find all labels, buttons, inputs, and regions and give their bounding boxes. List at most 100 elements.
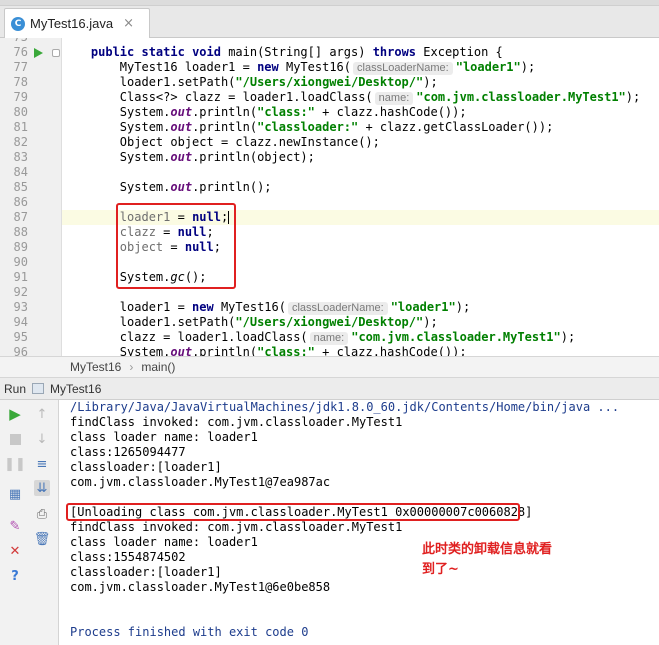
line-number: 91	[13, 270, 28, 284]
line-number: 77	[13, 60, 28, 74]
pause-icon[interactable]: ❚❚	[4, 456, 26, 472]
code-token: loader1.setPath(	[62, 315, 236, 329]
code-line: loader1.setPath("/Users/xiongwei/Desktop…	[62, 75, 659, 90]
line-number: 94	[13, 315, 28, 329]
line-number: 87	[13, 210, 28, 224]
code-token: System.	[62, 150, 171, 164]
code-token: "/Users/xiongwei/Desktop/"	[235, 315, 424, 329]
code-token: "class:"	[257, 345, 315, 356]
run-panel-header: Run MyTest16	[0, 378, 659, 400]
code-token: );	[560, 330, 576, 344]
code-token: );	[423, 315, 438, 329]
line-number: 85	[13, 180, 28, 194]
code-line: System.out.println("class:" + clazz.hash…	[62, 105, 659, 120]
code-token: "com.jvm.classloader.MyTest1"	[351, 330, 561, 344]
code-token: void	[192, 45, 229, 59]
console-output[interactable]: Process finished with exit code 0 com.jvm…	[59, 400, 659, 645]
code-token: );	[520, 60, 536, 74]
console-line: findClass invoked: com.jvm.classloader.M…	[70, 520, 403, 534]
code-token: .println(	[192, 105, 258, 119]
breadcrumb-method[interactable]: main()	[141, 360, 175, 374]
console-line: class loader name: loader1	[70, 430, 258, 444]
line-number: 93	[13, 300, 28, 314]
soft-wrap-icon[interactable]: ≡	[34, 456, 50, 472]
code-editor[interactable]: 7576777879808182838485868788899091929394…	[0, 38, 659, 356]
annotation-line-2: 到了~	[422, 562, 459, 577]
code-line: public static void main(String[] args) t…	[62, 45, 659, 60]
print-icon[interactable]: ⎙	[34, 506, 50, 522]
code-line: Class<?> clazz = loader1.loadClass(name:…	[62, 90, 659, 105]
line-number: 80	[13, 105, 28, 119]
code-token: clazz = loader1.loadClass(	[62, 330, 308, 344]
scroll-up-icon[interactable]: ↑	[34, 406, 50, 422]
code-token: Exception {	[423, 45, 503, 59]
console-line: class:1265094477	[70, 445, 186, 459]
highlight-box-unloading	[66, 503, 520, 521]
code-token: System.	[62, 120, 171, 134]
console-line: classloader:[loader1]	[70, 460, 222, 474]
layout-icon[interactable]: ▦	[7, 486, 23, 502]
code-line: Object object = clazz.newInstance();	[62, 135, 659, 150]
code-line: System.out.println();	[62, 180, 659, 195]
line-number: 79	[13, 90, 28, 104]
console-line: /Library/Java/JavaVirtualMachines/jdk1.8…	[70, 400, 620, 414]
code-token: "loader1"	[390, 300, 456, 314]
line-number: 92	[13, 285, 28, 299]
code-token: .println(	[192, 120, 258, 134]
trash-icon[interactable]: 🗑	[34, 531, 51, 547]
code-token: MyTest16(	[220, 300, 286, 314]
code-token: Object object = clazz.newInstance();	[62, 135, 380, 149]
code-token: + clazz.hashCode());	[314, 105, 467, 119]
tab-close-icon[interactable]: ×	[123, 16, 134, 31]
pin-icon[interactable]: ✎	[7, 518, 23, 534]
code-token: MyTest16 loader1 =	[62, 60, 258, 74]
code-token: "loader1"	[455, 60, 521, 74]
console-line: classloader:[loader1]	[70, 565, 222, 579]
run-panel-label: Run	[4, 381, 27, 396]
tab-label: MyTest16.java	[30, 16, 114, 31]
scroll-to-end-icon[interactable]: ⇊	[34, 480, 50, 496]
code-token: main(String[] args)	[228, 45, 373, 59]
code-token: "class:"	[257, 105, 315, 119]
stop-icon[interactable]	[7, 431, 23, 447]
line-number: 83	[13, 150, 28, 164]
fold-marker-icon[interactable]	[52, 49, 60, 57]
code-line: System.out.println(object);	[62, 150, 659, 165]
line-number: 95	[13, 330, 28, 344]
code-area[interactable]: public static void main(String[] args) t…	[62, 38, 659, 356]
breadcrumb-separator: ›	[129, 360, 134, 374]
code-token: System.	[62, 345, 171, 356]
parameter-hint: name:	[309, 332, 349, 345]
help-icon[interactable]: ?	[7, 568, 23, 584]
code-token: "com.jvm.classloader.MyTest1"	[416, 90, 626, 104]
rerun-icon[interactable]: ▶	[7, 405, 23, 423]
code-token: .println(	[192, 345, 258, 356]
line-number: 76	[13, 45, 28, 59]
tab-bar-strip	[0, 0, 659, 6]
editor-tab-bar: C MyTest16.java ×	[0, 0, 659, 38]
code-token: "classloader:"	[257, 120, 359, 134]
line-number: 75	[0, 38, 28, 44]
class-file-icon: C	[11, 16, 25, 31]
console-line: class loader name: loader1	[70, 535, 258, 549]
run-gutter-icon[interactable]	[34, 48, 43, 58]
code-token: out	[170, 180, 193, 194]
code-token: MyTest16(	[285, 60, 352, 74]
tab-mytest16[interactable]: C MyTest16.java ×	[4, 8, 150, 38]
highlight-box-nulling	[116, 203, 236, 289]
code-token: loader1.setPath(	[62, 75, 236, 89]
code-token: );	[625, 90, 641, 104]
line-number: 96	[13, 345, 28, 356]
close-icon[interactable]: ✕	[7, 543, 23, 559]
code-token: .println();	[192, 180, 272, 194]
console-line: com.jvm.classloader.MyTest1@6e0be858	[70, 580, 331, 594]
breadcrumb-class[interactable]: MyTest16	[70, 360, 121, 374]
code-token: "/Users/xiongwei/Desktop/"	[235, 75, 424, 89]
run-config-name[interactable]: MyTest16	[50, 382, 101, 396]
code-token: System.	[62, 180, 171, 194]
scroll-down-icon[interactable]: ↓	[34, 431, 50, 447]
